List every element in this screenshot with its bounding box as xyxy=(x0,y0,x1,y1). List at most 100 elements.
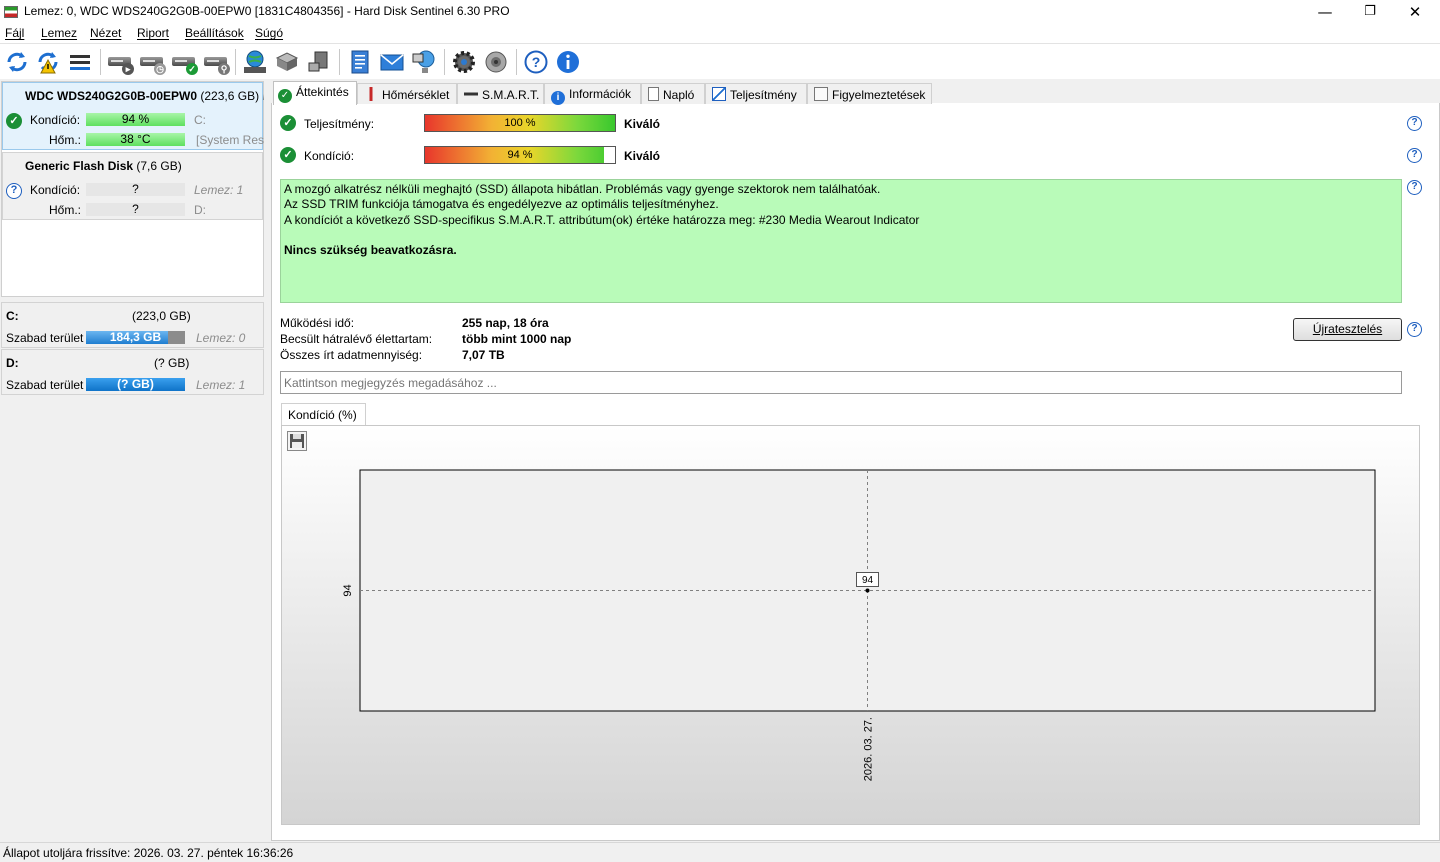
tab-smart[interactable]: S.M.A.R.T. xyxy=(457,83,544,104)
minimize-button[interactable]: — xyxy=(1302,0,1348,23)
disk-temp-label: Hőm.: xyxy=(49,133,82,147)
tab-overview[interactable]: ✓ Áttekintés xyxy=(273,81,357,105)
uptime-value: 255 nap, 18 óra xyxy=(462,316,549,330)
tab-info[interactable]: i Információk xyxy=(544,83,641,105)
mail-icon xyxy=(380,54,404,71)
disk-test-button[interactable]: ▸ xyxy=(106,48,134,76)
toolbar-separator xyxy=(444,49,445,75)
toolbar: ▸ ◷ ✓ ⚲ ? xyxy=(0,43,1440,79)
disk-search-button[interactable]: ⚲ xyxy=(202,48,230,76)
menu-file[interactable]: Fájl xyxy=(5,26,24,40)
disk-stack-button[interactable] xyxy=(273,48,301,76)
data-label: 94 xyxy=(862,575,874,586)
tab-temperature[interactable]: Hőmérséklet xyxy=(357,83,457,104)
help-button[interactable]: ? xyxy=(522,48,550,76)
remaining-life-label: Becsült hátralévő élettartam: xyxy=(280,332,433,346)
settings-icon xyxy=(453,51,475,73)
condition-value: 94 % xyxy=(507,149,533,161)
disk-entry-flash[interactable]: Generic Flash Disk (7,6 GB) ? Kondíció: … xyxy=(2,152,263,220)
disk-list-button[interactable] xyxy=(66,48,94,76)
written-data-label: Összes írt adatmennyiség: xyxy=(280,348,423,362)
disk-temp-note: D: xyxy=(194,203,206,217)
volume-letter: D: xyxy=(6,356,19,370)
help-icon[interactable]: ? xyxy=(1407,148,1422,163)
settings-button[interactable] xyxy=(450,48,478,76)
message-line: A kondíciót a következő SSD-specifikus S… xyxy=(284,212,920,227)
restore-button[interactable]: ❐ xyxy=(1347,0,1393,23)
menu-bar: Fájl Lemez Nézet Riport Beállítások Súgó xyxy=(0,23,1440,43)
condition-label: Kondíció: xyxy=(304,149,355,163)
app-logo-icon xyxy=(4,6,18,18)
menu-disk[interactable]: Lemez xyxy=(41,26,77,40)
refresh-button[interactable] xyxy=(3,48,31,76)
volume-free-label: Szabad terület xyxy=(6,378,84,392)
volume-free-value: 184,3 GB xyxy=(109,330,162,344)
tab-condition-chart[interactable]: Kondíció (%) xyxy=(281,403,366,426)
sound-button[interactable] xyxy=(482,48,510,76)
minimize-icon: — xyxy=(1317,2,1333,21)
tab-log[interactable]: Napló xyxy=(641,83,705,104)
message-recommendation: Nincs szükség beavatkozásra. xyxy=(284,242,457,257)
disk-usb-button[interactable] xyxy=(305,48,333,76)
tab-label: Áttekintés xyxy=(296,85,349,99)
refresh-warning-icon xyxy=(38,52,58,74)
performance-value: 100 % xyxy=(504,117,536,129)
volume-entry-c[interactable]: C: (223,0 GB) Szabad terület 184,3 GB Le… xyxy=(1,302,264,348)
menu-report[interactable]: Riport xyxy=(137,26,169,40)
remaining-life-value: több mint 1000 nap xyxy=(462,332,572,346)
chart-icon xyxy=(712,87,726,101)
disk-list: WDC WDS240G2G0B-00EPW0 (223,6 GB) L ✓ Ko… xyxy=(1,81,264,297)
globe-disk-button[interactable] xyxy=(241,48,269,76)
retest-button[interactable]: Újratesztelés xyxy=(1293,318,1402,341)
check-icon: ✓ xyxy=(278,89,292,103)
message-line: Az SSD TRIM funkciója támogatva és enged… xyxy=(284,197,719,212)
written-data-value: 7,07 TB xyxy=(462,348,505,362)
volume-free-value: (? GB) xyxy=(117,377,154,391)
menu-help[interactable]: Súgó xyxy=(255,26,283,40)
toolbar-separator xyxy=(516,49,517,75)
info-icon xyxy=(557,51,579,73)
sound-icon xyxy=(485,51,507,73)
network-button[interactable] xyxy=(410,48,438,76)
help-icon[interactable]: ? xyxy=(1407,180,1422,195)
status-text: Állapot utoljára frissítve: 2026. 03. 27… xyxy=(3,846,294,860)
performance-label: Teljesítmény: xyxy=(304,117,375,131)
disk-list-panel: WDC WDS240G2G0B-00EPW0 (223,6 GB) L ✓ Ko… xyxy=(0,81,265,841)
tab-label: Napló xyxy=(663,88,695,102)
mail-button[interactable] xyxy=(378,48,406,76)
volume-entry-d[interactable]: D: (? GB) Szabad terület (? GB) Lemez: 1 xyxy=(1,349,264,395)
disk-temp-bar: 38 °C xyxy=(86,133,185,146)
disk-temp-note: [System Rese xyxy=(196,133,264,147)
globe-disk-icon xyxy=(244,50,266,73)
condition-bar: 94 % xyxy=(424,146,616,164)
tab-label: Hőmérséklet xyxy=(382,88,450,102)
performance-bar: 100 % xyxy=(424,114,616,132)
info-button[interactable] xyxy=(554,48,582,76)
disk-cond-note: Lemez: 1 xyxy=(194,183,244,197)
note-input[interactable] xyxy=(280,371,1402,394)
menu-settings[interactable]: Beállítások xyxy=(185,26,244,40)
document-icon xyxy=(648,87,659,101)
disk-icon xyxy=(464,87,478,101)
uptime-label: Működési idő: xyxy=(280,316,355,330)
restore-icon: ❐ xyxy=(1364,4,1376,19)
disk-schedule-button[interactable]: ◷ xyxy=(138,48,166,76)
report-button[interactable] xyxy=(346,48,374,76)
disk-temp-label: Hőm.: xyxy=(49,203,82,217)
tab-performance[interactable]: Teljesítmény xyxy=(705,83,807,104)
disk-entry-wdc[interactable]: WDC WDS240G2G0B-00EPW0 (223,6 GB) L ✓ Ko… xyxy=(2,82,264,150)
help-icon[interactable]: ? xyxy=(1407,116,1422,131)
help-icon[interactable]: ? xyxy=(1407,322,1422,337)
condition-rating: Kiváló xyxy=(624,149,661,163)
disk-usb-icon xyxy=(308,51,328,72)
disk-size: (223,6 GB) xyxy=(200,89,260,103)
tab-alerts[interactable]: Figyelmeztetések xyxy=(807,83,932,104)
volume-free-bar: 184,3 GB xyxy=(86,331,185,344)
close-button[interactable]: ✕ xyxy=(1392,0,1438,23)
volume-size: (223,0 GB) xyxy=(132,309,191,323)
refresh-warning-button[interactable] xyxy=(34,48,62,76)
disk-ok-button[interactable]: ✓ xyxy=(170,48,198,76)
menu-view[interactable]: Nézet xyxy=(90,26,121,40)
toolbar-separator xyxy=(235,49,236,75)
status-ok-icon: ✓ xyxy=(6,113,22,129)
